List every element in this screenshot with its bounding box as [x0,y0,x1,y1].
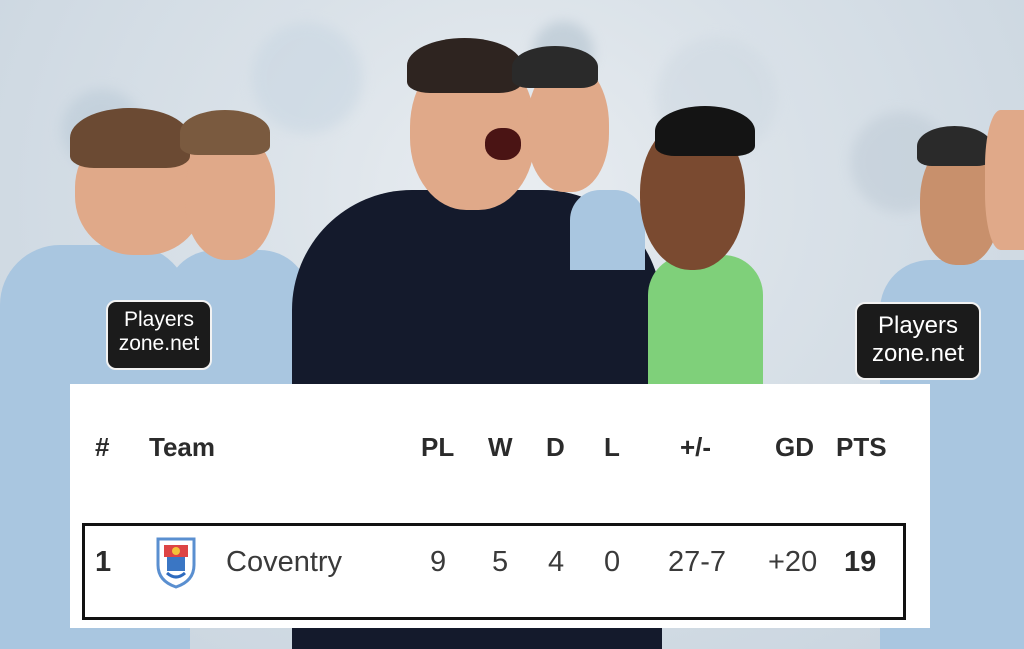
player-back-body [570,190,645,270]
watermark-left-line1: Players [123,308,195,331]
row-rank: 1 [95,546,112,578]
row-pl: 9 [430,546,447,578]
row-goals: 27-7 [668,546,727,578]
coach-mouth [485,128,521,160]
header-l: L [604,432,620,462]
row-gd: +20 [768,546,818,578]
header-w: W [488,432,513,462]
header-team: Team [149,432,215,462]
coach-hair [407,38,522,93]
row-d: 4 [548,546,565,578]
header-gd: GD [775,432,814,462]
row-l: 0 [604,546,621,578]
player-edge-head [985,110,1024,250]
header-pts: PTS [836,432,887,462]
row-w: 5 [492,546,509,578]
watermark-right-line2: zone.net [871,340,965,367]
header-d: D [546,432,565,462]
player-left-hair [70,108,190,168]
coventry-crest-icon [155,535,197,589]
header-goals: +/- [680,432,712,462]
watermark-left: Players zone.net [106,300,212,370]
row-team[interactable]: Coventry [226,546,342,579]
player-bib-body [648,255,763,385]
row-pts: 19 [844,546,877,578]
player-back-hair [512,46,598,88]
watermark-right-line1: Players [877,312,959,339]
header-pl: PL [421,432,455,462]
player-bib-hair [655,106,755,156]
player-right-hair [917,126,992,166]
player-second-hair [180,110,270,155]
watermark-left-line2: zone.net [118,332,200,355]
header-rank: # [95,432,110,462]
watermark-right: Players zone.net [855,302,981,380]
